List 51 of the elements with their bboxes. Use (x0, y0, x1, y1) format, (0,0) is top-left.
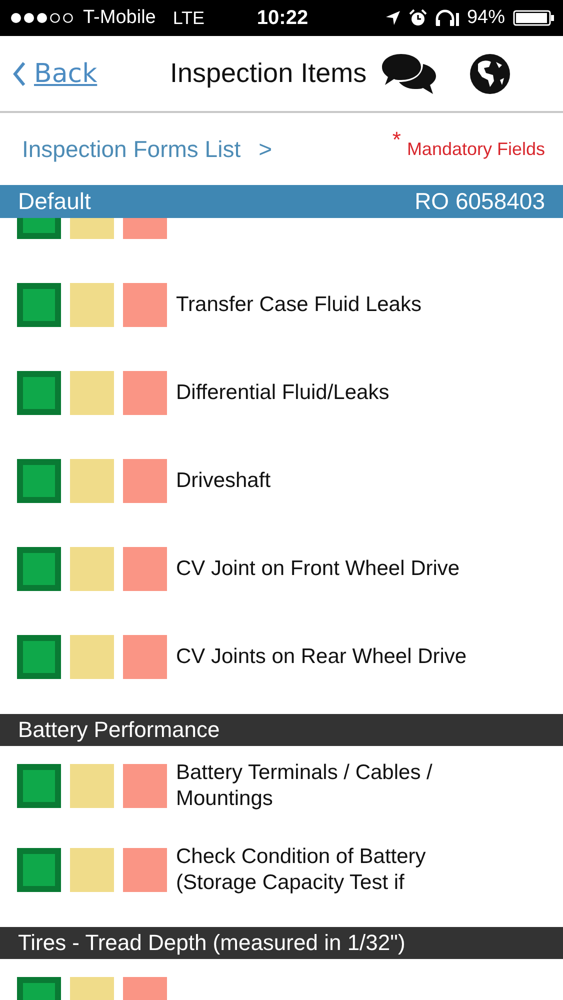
forms-list-link[interactable]: Inspection Forms List (22, 136, 241, 162)
inspection-item-label: Check Condition of Battery (Storage Capacity Test if (176, 844, 427, 896)
rating-square[interactable] (123, 283, 167, 327)
headphones-icon (434, 9, 459, 27)
signal-icon (10, 12, 76, 24)
page-title: Inspection Items (170, 58, 367, 89)
inspection-item-label: Differential Fluid/Leaks (176, 380, 390, 406)
form-name: Default (18, 188, 91, 215)
back-label[interactable]: Back (34, 58, 98, 88)
rating-square[interactable] (70, 459, 114, 503)
network-type: LTE (172, 8, 205, 28)
rating-square[interactable] (70, 371, 114, 415)
mandatory-fields-note: Mandatory Fields (406, 138, 545, 160)
rating-square[interactable] (70, 848, 114, 892)
section-title: Tires - Tread Depth (measured in 1/32") (18, 930, 406, 956)
inspection-item-label: Transfer Case Fluid Leaks (176, 292, 422, 318)
rating-square[interactable] (70, 283, 114, 327)
location-arrow-icon (384, 10, 401, 26)
rating-square[interactable] (123, 848, 167, 892)
breadcrumb-separator: > (258, 136, 272, 162)
rating-square[interactable] (17, 283, 61, 327)
clock-time: 10:22 (256, 6, 308, 30)
rating-square[interactable] (17, 635, 61, 679)
inspection-item-label: Driveshaft (176, 468, 272, 494)
alarm-clock-icon (408, 9, 427, 27)
repair-order-number: RO 6058403 (414, 188, 545, 215)
rating-square[interactable] (17, 848, 61, 892)
rating-square[interactable] (123, 547, 167, 591)
rating-square[interactable] (17, 547, 61, 591)
rating-square[interactable] (123, 764, 167, 808)
globe-icon[interactable] (468, 52, 511, 94)
mandatory-asterisk: * (392, 127, 401, 153)
inspection-item-label: Battery Terminals / Cables / Mountings (176, 760, 434, 812)
rating-square[interactable] (17, 764, 61, 808)
rating-square[interactable] (70, 764, 114, 808)
battery-percent: 94% (466, 7, 505, 29)
rating-square[interactable] (70, 635, 114, 679)
rating-square[interactable] (123, 371, 167, 415)
chat-bubbles-icon[interactable] (380, 52, 437, 96)
carrier-name: T-Mobile (83, 7, 156, 29)
chevron-left-icon (12, 60, 26, 86)
rating-square[interactable] (123, 635, 167, 679)
section-title: Battery Performance (18, 717, 220, 743)
rating-square[interactable] (123, 459, 167, 503)
inspection-item-label: CV Joints on Rear Wheel Drive (176, 644, 468, 670)
battery-icon (513, 10, 555, 26)
rating-square[interactable] (17, 371, 61, 415)
back-link[interactable]: Back (12, 58, 162, 88)
rating-square[interactable] (70, 547, 114, 591)
inspection-item-label: CV Joint on Front Wheel Drive (176, 556, 461, 582)
rating-square[interactable] (17, 459, 61, 503)
